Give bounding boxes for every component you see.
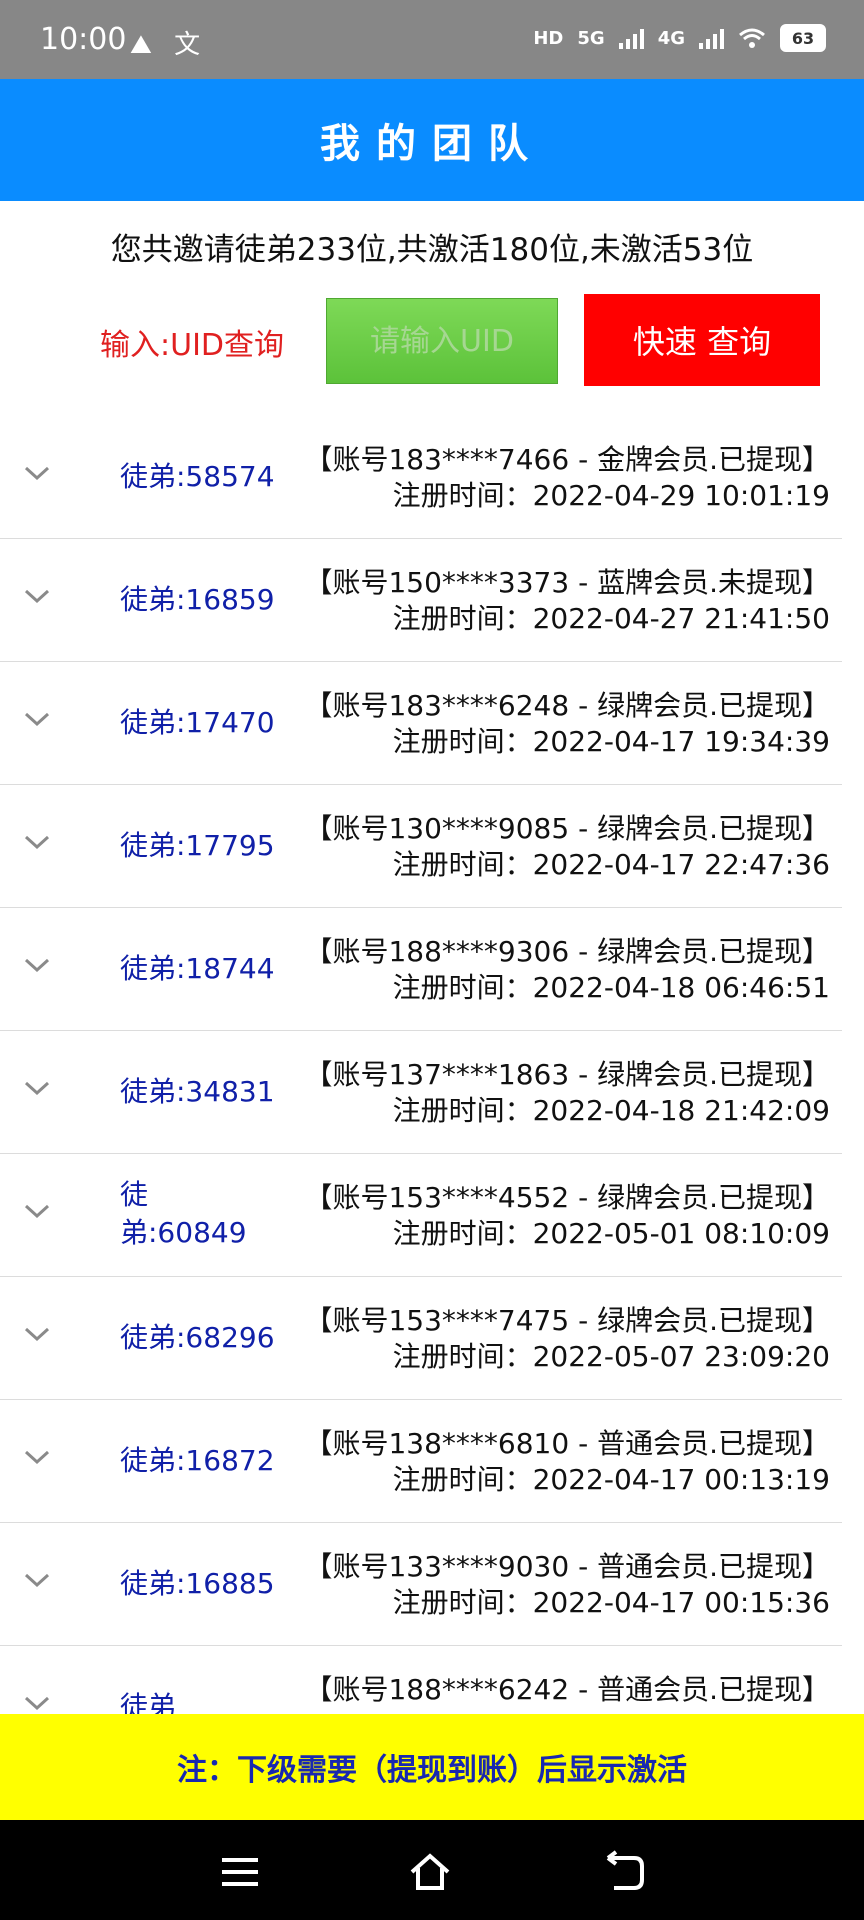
member-reg-time: 注册时间：2022-04-17 00:13:19 [392,1463,830,1496]
5g-indicator: 5G [577,27,605,49]
chevron-down-icon[interactable] [22,1565,52,1595]
home-icon[interactable] [408,1850,452,1894]
disciple-id: 徒弟:17795 [120,829,275,862]
chevron-down-icon[interactable] [22,950,52,980]
member-info: 【账号153****7475 - 绿牌会员.已提现】 注册时间：2022-05-… [304,1303,830,1375]
member-reg-time: 注册时间：2022-04-18 06:46:51 [392,971,830,1004]
list-item[interactable]: 徒弟 【账号188****6242 - 普通会员.已提现】 [0,1646,842,1714]
member-reg-time: 注册时间：2022-04-17 00:15:36 [392,1586,830,1619]
member-info: 【账号133****9030 - 普通会员.已提现】 注册时间：2022-04-… [304,1549,830,1621]
disciple-id: 徒弟:60849 [120,1178,247,1249]
member-account: 【账号188****9306 - 绿牌会员.已提现】 [304,935,830,968]
back-icon[interactable] [602,1850,646,1894]
wifi-icon [739,28,765,48]
query-row: 输入:UID查询 快速 查询 [0,292,864,388]
member-reg-time: 注册时间：2022-05-01 08:10:09 [392,1217,830,1250]
uid-input[interactable] [326,298,558,384]
member-list[interactable]: 徒弟:58574 【账号183****7466 - 金牌会员.已提现】 注册时间… [0,416,864,1714]
list-item[interactable]: 徒弟:18744 【账号188****9306 - 绿牌会员.已提现】 注册时间… [0,908,842,1031]
member-info: 【账号138****6810 - 普通会员.已提现】 注册时间：2022-04-… [304,1426,830,1498]
list-item[interactable]: 徒弟:16885 【账号133****9030 - 普通会员.已提现】 注册时间… [0,1523,842,1646]
signal-icon-2 [699,27,724,49]
member-reg-time: 注册时间：2022-04-17 22:47:36 [392,848,830,881]
chevron-down-icon[interactable] [22,1319,52,1349]
query-label: 输入:UID查询 [100,328,285,363]
member-reg-time: 注册时间：2022-04-17 19:34:39 [392,725,830,758]
member-account: 【账号153****7475 - 绿牌会员.已提现】 [304,1304,830,1337]
member-reg-time: 注册时间：2022-04-18 21:42:09 [392,1094,830,1127]
disciple-id: 徒弟:58574 [120,460,275,493]
list-item[interactable]: 徒弟:60849 【账号153****4552 - 绿牌会员.已提现】 注册时间… [0,1154,842,1277]
member-info: 【账号150****3373 - 蓝牌会员.未提现】 注册时间：2022-04-… [304,565,830,637]
disciple-id: 徒弟:16872 [120,1444,275,1477]
battery-icon: 63 [780,24,826,52]
chevron-down-icon[interactable] [22,1073,52,1103]
member-reg-time: 注册时间：2022-04-29 10:01:19 [392,479,830,512]
member-account: 【账号138****6810 - 普通会员.已提现】 [304,1427,830,1460]
chevron-down-icon[interactable] [22,1688,52,1714]
disciple-id: 徒弟 [120,1690,177,1714]
signal-icon [618,27,644,49]
activation-note: 注：下级需要（提现到账）后显示激活 [0,1714,864,1820]
list-item[interactable]: 徒弟:68296 【账号153****7475 - 绿牌会员.已提现】 注册时间… [0,1277,842,1400]
mountain-app-icon: ⛰ [130,30,152,60]
chevron-down-icon[interactable] [22,704,52,734]
member-info: 【账号183****7466 - 金牌会员.已提现】 注册时间：2022-04-… [304,442,830,514]
chevron-down-icon[interactable] [22,1196,52,1226]
member-account: 【账号137****1863 - 绿牌会员.已提现】 [304,1058,830,1091]
member-info: 【账号137****1863 - 绿牌会员.已提现】 注册时间：2022-04-… [304,1057,830,1129]
list-item[interactable]: 徒弟:58574 【账号183****7466 - 金牌会员.已提现】 注册时间… [0,416,842,539]
invite-summary: 您共邀请徒弟233位,共激活180位,未激活53位 [110,232,754,268]
page-title: 我的团队 [0,79,864,201]
member-reg-time: 注册时间：2022-05-07 23:09:20 [392,1340,830,1373]
text-app-icon: 文 [174,30,201,60]
member-account: 【账号188****6242 - 普通会员.已提现】 [304,1673,830,1706]
list-item[interactable]: 徒弟:17470 【账号183****6248 - 绿牌会员.已提现】 注册时间… [0,662,842,785]
member-account: 【账号183****7466 - 金牌会员.已提现】 [304,443,830,476]
member-info: 【账号153****4552 - 绿牌会员.已提现】 注册时间：2022-05-… [304,1180,830,1252]
status-app-icons: ⛰ 文 [130,24,214,61]
member-account: 【账号150****3373 - 蓝牌会员.未提现】 [304,566,830,599]
disciple-id: 徒弟:17470 [120,706,275,739]
chevron-down-icon[interactable] [22,827,52,857]
status-time: 10:00 [40,22,127,57]
member-account: 【账号130****9085 - 绿牌会员.已提现】 [304,812,830,845]
status-bar: 10:00 ⛰ 文 HD 5G 4G 63 [0,0,864,79]
chevron-down-icon[interactable] [22,581,52,611]
hd-indicator: HD [533,27,564,49]
member-info: 【账号183****6248 - 绿牌会员.已提现】 注册时间：2022-04-… [304,688,830,760]
4g-indicator: 4G [657,27,685,49]
status-indicators: HD 5G 4G 63 [533,24,826,52]
chevron-down-icon[interactable] [22,458,52,488]
member-reg-time: 注册时间：2022-04-27 21:41:50 [392,602,830,635]
member-account: 【账号133****9030 - 普通会员.已提现】 [304,1550,830,1583]
disciple-id: 徒弟:34831 [120,1075,275,1108]
menu-icon[interactable] [218,1850,262,1894]
disciple-id: 徒弟:16859 [120,583,275,616]
disciple-id: 徒弟:68296 [120,1321,275,1354]
list-item[interactable]: 徒弟:34831 【账号137****1863 - 绿牌会员.已提现】 注册时间… [0,1031,842,1154]
member-account: 【账号153****4552 - 绿牌会员.已提现】 [304,1181,830,1214]
quick-query-button[interactable]: 快速 查询 [584,294,820,386]
disciple-id: 徒弟:16885 [120,1567,275,1600]
disciple-id: 徒弟:18744 [120,952,275,985]
list-item[interactable]: 徒弟:16872 【账号138****6810 - 普通会员.已提现】 注册时间… [0,1400,842,1523]
list-item[interactable]: 徒弟:16859 【账号150****3373 - 蓝牌会员.未提现】 注册时间… [0,539,842,662]
member-info: 【账号188****9306 - 绿牌会员.已提现】 注册时间：2022-04-… [304,934,830,1006]
system-nav-bar [0,1820,864,1920]
member-info: 【账号130****9085 - 绿牌会员.已提现】 注册时间：2022-04-… [304,811,830,883]
list-item[interactable]: 徒弟:17795 【账号130****9085 - 绿牌会员.已提现】 注册时间… [0,785,842,908]
member-account: 【账号183****6248 - 绿牌会员.已提现】 [304,689,830,722]
chevron-down-icon[interactable] [22,1442,52,1472]
member-info: 【账号188****6242 - 普通会员.已提现】 [304,1672,830,1708]
